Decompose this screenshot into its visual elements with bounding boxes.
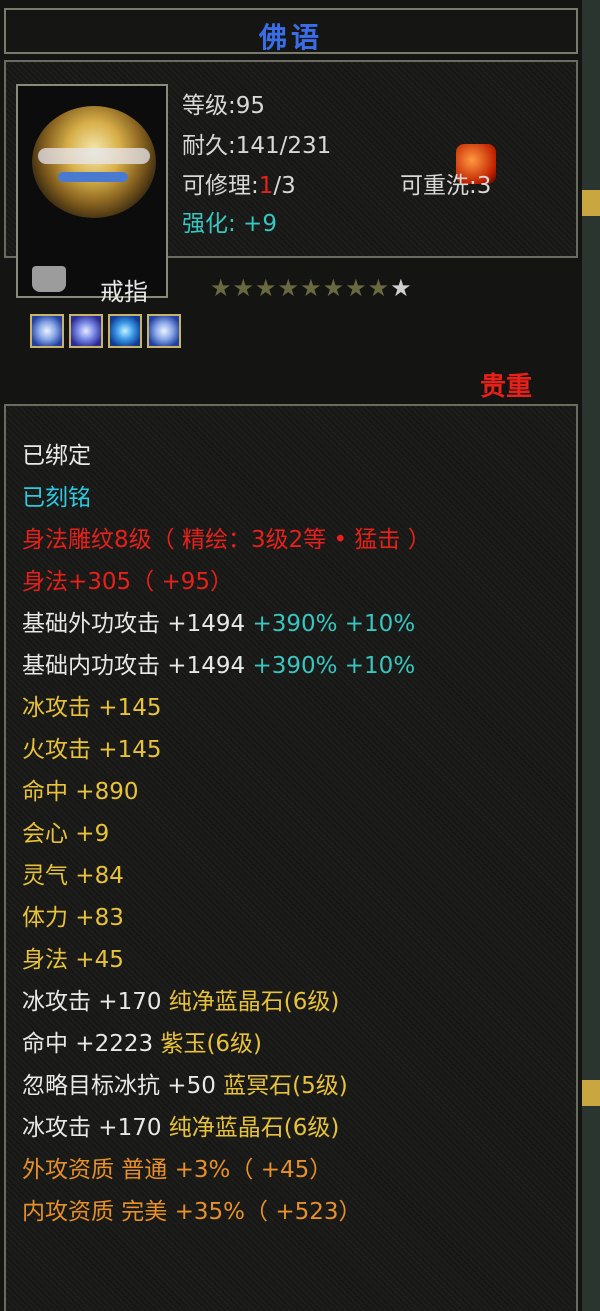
star-icon: ★	[300, 274, 322, 302]
gem2-line: 命中 +2223 紫玉(6级)	[22, 1024, 262, 1058]
gem2-name: 紫玉(6级)	[160, 1031, 263, 1057]
background-chip	[582, 190, 600, 216]
bound-status: 已绑定	[22, 443, 91, 469]
gem3-line: 忽略目标冰抗 +50 蓝冥石(5级)	[22, 1066, 348, 1100]
repair-label: 可修理:	[182, 173, 259, 199]
star-icon: ★	[232, 274, 255, 302]
gem-icon[interactable]	[108, 314, 142, 348]
star-icon: ★	[210, 274, 232, 302]
hit-line: 命中 +890	[22, 779, 139, 805]
base-outer-label: 基础外功攻击 +1494	[22, 611, 253, 637]
star-rating: ★★★★★★★★★	[210, 274, 413, 304]
inner-quality-line: 内攻资质 完美 +35%（ +523）	[22, 1199, 362, 1225]
title-bar: 佛语	[4, 8, 578, 54]
engraved-status: 已刻铭	[22, 485, 91, 511]
rarity-label: 贵重	[480, 372, 533, 402]
item-header: 等级:95 耐久:141/231 可修理:1/3 可重洗:3 强化: +9	[4, 60, 578, 298]
item-tooltip: 佛语 等级:95 耐久:141/231 可修理:1/3 可重洗:3 强化: +9…	[0, 0, 582, 1311]
gem1-stat: 冰攻击 +170	[22, 989, 169, 1015]
ice-attack-line: 冰攻击 +145	[22, 695, 162, 721]
gem4-stat: 冰攻击 +170	[22, 1115, 169, 1141]
gem-slots	[30, 314, 186, 352]
base-outer-attack: 基础外功攻击 +1494 +390% +10%	[22, 604, 415, 638]
item-title: 佛语	[258, 21, 323, 54]
outer-quality-line: 外攻资质 普通 +3%（ +45）	[22, 1157, 333, 1183]
gem4-name: 纯净蓝晶石(6级)	[168, 1115, 340, 1141]
carving-line: 身法雕纹8级（ 精绘：3级2等 • 猛击 ）	[22, 527, 431, 553]
base-inner-attack: 基础内功攻击 +1494 +390% +10%	[22, 646, 415, 680]
gem-icon[interactable]	[147, 314, 181, 348]
ring-diamond-band	[38, 148, 150, 164]
level-text: 等级:95	[182, 93, 266, 119]
attribute-panel: 已绑定 已刻铭 身法雕纹8级（ 精绘：3级2等 • 猛击 ） 身法+305（ +…	[4, 404, 578, 1311]
durability-text: 耐久:141/231	[182, 133, 332, 159]
item-icon-frame[interactable]	[16, 84, 168, 298]
star-icon: ★	[277, 274, 300, 302]
stamina-line: 体力 +83	[22, 905, 124, 931]
repair-text: 可修理:1/3	[182, 166, 296, 200]
rewash-text: 可重洗:3	[400, 173, 492, 199]
bag-icon	[32, 266, 66, 292]
base-inner-bonus: +390% +10%	[252, 653, 416, 679]
star-icon: ★	[345, 274, 367, 302]
star-icon: ★	[367, 274, 390, 302]
gem1-line: 冰攻击 +170 纯净蓝晶石(6级)	[22, 982, 339, 1016]
gem-icon[interactable]	[30, 314, 64, 348]
fire-attack-line: 火攻击 +145	[22, 737, 162, 763]
star-icon: ★	[322, 274, 345, 302]
gem-icon[interactable]	[69, 314, 103, 348]
spirit-line: 灵气 +84	[22, 863, 124, 889]
agility-line: 身法 +45	[22, 947, 124, 973]
gem2-stat: 命中 +2223	[22, 1031, 161, 1057]
gem1-name: 纯净蓝晶石(6级)	[168, 989, 340, 1015]
star-icon: ★	[390, 274, 412, 302]
item-type-name: 戒指	[100, 278, 148, 306]
crit-line: 会心 +9	[22, 821, 110, 847]
star-icon: ★	[255, 274, 277, 302]
repair-max: /3	[273, 173, 296, 199]
base-inner-label: 基础内功攻击 +1494	[22, 653, 253, 679]
ring-blue-inlay	[58, 172, 128, 182]
gem3-name: 蓝冥石(5级)	[223, 1073, 348, 1099]
gem3-stat: 忽略目标冰抗 +50	[22, 1073, 224, 1099]
repair-count: 1	[258, 173, 274, 199]
enhance-text: 强化: +9	[182, 211, 277, 237]
agility-main-line: 身法+305（ +95）	[22, 569, 234, 595]
background-window-edge	[582, 0, 600, 1311]
base-outer-bonus: +390% +10%	[252, 611, 416, 637]
background-chip	[582, 1080, 600, 1106]
gem4-line: 冰攻击 +170 纯净蓝晶石(6级)	[22, 1108, 339, 1142]
